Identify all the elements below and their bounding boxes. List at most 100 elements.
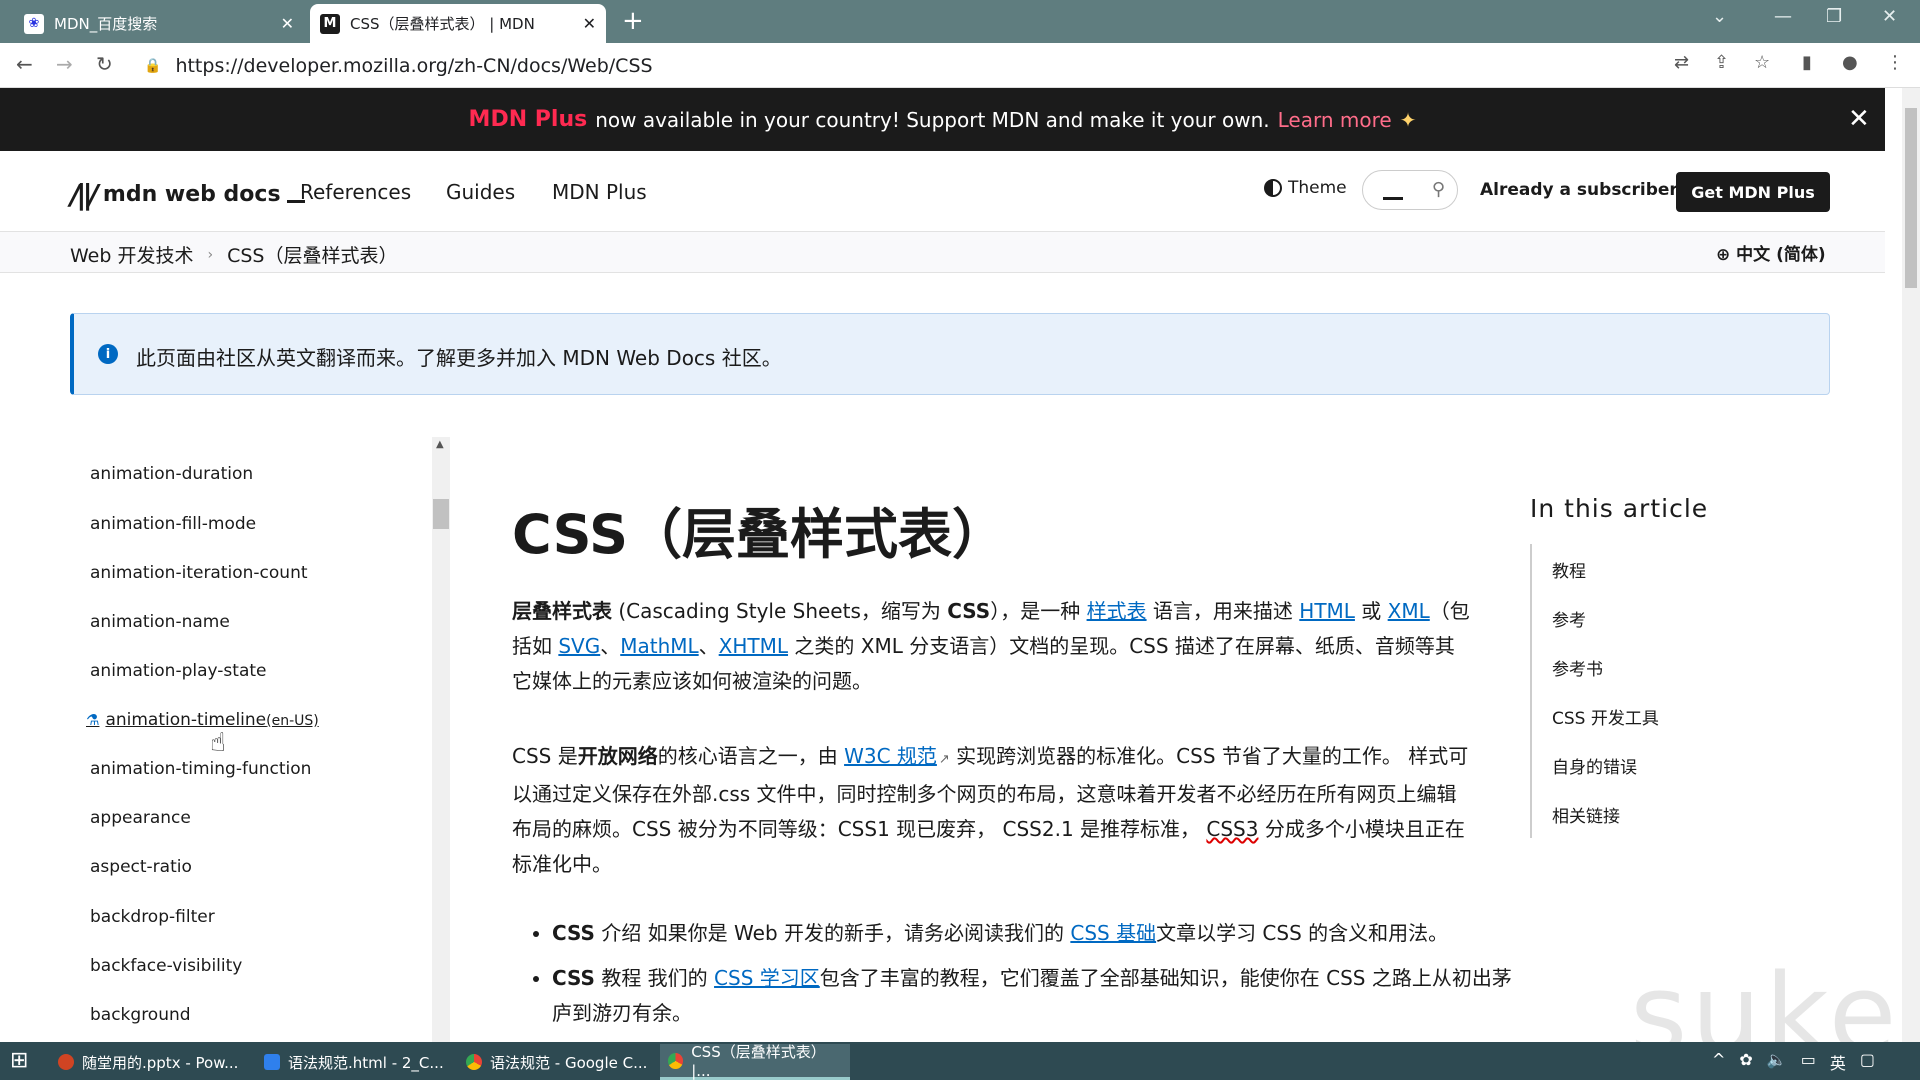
second-paragraph: CSS 是开放网络的核心语言之一，由 W3C 规范 ↗ 实现跨浏览器的标准化。CS… [512,739,1472,882]
url-field[interactable]: 🔒 https://developer.mozilla.org/zh-CN/do… [144,51,653,81]
info-icon: i [98,344,118,364]
app-tray-icon[interactable]: ✿ [1739,1050,1752,1074]
new-tab-icon[interactable]: + [622,6,644,36]
sidebar-item-label: animation-timeline [105,710,267,730]
scrollbar-thumb[interactable] [1905,108,1917,288]
tab-baidu[interactable]: ❀ MDN_百度搜索 ✕ [14,4,304,43]
mathml-link[interactable]: MathML [620,634,698,658]
toc-item[interactable]: 教程 [1552,557,1586,582]
theme-icon [1264,179,1282,197]
sidebar-item[interactable]: animation-play-state [90,661,266,681]
sidebar-scrollbar[interactable]: ▲ [432,437,450,1042]
toc-item[interactable]: 相关链接 [1552,802,1620,827]
sidebar-item-animation-timeline[interactable]: ⚗ animation-timeline(en-US) [86,710,319,730]
notice-text: 此页面由社区从英文翻译而来。了解更多并加入 MDN Web Docs 社区。 [136,346,782,370]
scrollbar-thumb[interactable] [433,499,449,529]
mdn-plus-banner: MDN Plus now available in your country! … [0,88,1885,151]
windows-start-icon[interactable]: ⊞ [10,1048,28,1073]
restore-icon[interactable]: ❐ [1826,6,1842,27]
sidebar-item[interactable]: appearance [90,808,191,828]
close-banner-icon[interactable]: ✕ [1848,104,1870,134]
mdn-favicon-icon: M [320,13,340,34]
sidebar-item[interactable]: animation-fill-mode [90,514,256,534]
banner-brand: MDN Plus [468,107,588,132]
toc-title: In this article [1530,494,1709,523]
subscriber-login-link[interactable]: Already a subscriber? [1480,180,1688,200]
translate-icon[interactable]: ⇄ [1674,52,1689,73]
taskbar-label: 语法规范 - Google C... [490,1053,648,1072]
tab-mdn-css[interactable]: M CSS（层叠样式表） | MDN ✕ [310,4,606,43]
taskbar-item-vscode[interactable]: 语法规范.html - 2_C... [256,1044,456,1080]
sidebar-item[interactable]: background [90,1005,191,1025]
toc-item[interactable]: 自身的错误 [1552,753,1637,778]
tab-search-icon[interactable]: ⌄ [1712,6,1727,27]
taskbar-item-powerpoint[interactable]: 随堂用的.pptx - Pow... [50,1044,254,1080]
get-mdn-plus-button[interactable]: Get MDN Plus [1676,172,1830,212]
ime-indicator[interactable]: 英 [1830,1050,1846,1074]
intro-paragraph: 层叠样式表 (Cascading Style Sheets，缩写为 CSS），是… [512,594,1472,699]
volume-icon[interactable]: 🔈 [1767,1050,1787,1074]
tray-chevron-icon[interactable]: ^ [1712,1050,1725,1074]
intro-list: CSS 介绍 如果你是 Web 开发的新手，请务必阅读我们的 CSS 基础文章以… [512,916,1522,1041]
taskbar-item-chrome[interactable]: 语法规范 - Google C... [458,1044,658,1080]
sidebar-item[interactable]: backface-visibility [90,956,242,976]
reading-list-icon[interactable]: ▮ [1802,52,1812,73]
xml-link[interactable]: XML [1388,599,1430,623]
close-tab-icon[interactable]: ✕ [281,14,294,33]
minimize-icon[interactable]: — [1774,6,1792,27]
stylesheet-link[interactable]: 样式表 [1087,599,1147,623]
learn-more-link[interactable]: Learn more [1278,108,1392,132]
sidebar-item[interactable]: animation-name [90,612,230,632]
svg-link[interactable]: SVG [558,634,600,658]
language-switcher[interactable]: ⊕ 中文 (简体) [1716,240,1826,265]
theme-switcher[interactable]: Theme [1264,178,1347,198]
notification-icon[interactable]: ▢ [1860,1050,1875,1074]
scroll-up-icon[interactable]: ▲ [436,439,444,450]
share-icon[interactable]: ⇪ [1714,52,1729,73]
sidebar-item[interactable]: backdrop-filter [90,907,215,927]
text: 教程 我们的 [594,966,715,990]
html-link[interactable]: HTML [1299,599,1355,623]
nav-mdn-plus[interactable]: MDN Plus [552,180,647,204]
toc-item[interactable]: 参考书 [1552,655,1603,680]
hand-pointer-icon: ☝ [210,728,226,758]
back-icon[interactable]: ← [16,52,33,76]
tab-title: MDN_百度搜索 [54,15,158,33]
nav-guides[interactable]: Guides [446,180,515,204]
search-input[interactable]: ⚲ [1362,170,1458,210]
globe-icon: ⊕ [1716,245,1731,265]
bookmark-star-icon[interactable]: ☆ [1754,52,1770,73]
search-icon[interactable]: ⚲ [1432,179,1445,200]
w3c-spec-link[interactable]: W3C 规范 [844,744,937,768]
url-text: https://developer.mozilla.org/zh-CN/docs… [175,55,653,77]
css3-term: CSS3 [1206,817,1259,841]
css-learning-area-link[interactable]: CSS 学习区 [714,966,820,990]
breadcrumb-item-web[interactable]: Web 开发技术 [70,241,193,268]
toc-item[interactable]: CSS 开发工具 [1552,704,1659,729]
toc-item[interactable]: 参考 [1552,606,1586,631]
sidebar-item[interactable]: animation-iteration-count [90,563,308,583]
page-scrollbar[interactable] [1902,88,1920,1042]
close-tab-icon[interactable]: ✕ [583,14,596,33]
sidebar-item[interactable]: animation-timing-function [90,759,311,779]
text: ），是一种 [990,599,1087,623]
sidebar-item[interactable]: aspect-ratio [90,857,192,877]
profile-icon[interactable]: ● [1842,52,1858,73]
battery-icon[interactable]: ▭ [1801,1050,1816,1074]
close-window-icon[interactable]: ✕ [1882,6,1897,27]
xhtml-link[interactable]: XHTML [719,634,788,658]
menu-kebab-icon[interactable]: ⋮ [1886,52,1904,73]
reload-icon[interactable]: ↻ [96,52,113,76]
taskbar-item-chrome-active[interactable]: CSS（层叠样式表） |... [660,1043,850,1080]
mdn-logo[interactable]: /||/ mdn web docs [70,178,305,211]
nav-references[interactable]: References [300,180,411,204]
breadcrumb-item-css[interactable]: CSS（层叠样式表） [227,241,397,268]
css-basics-link[interactable]: CSS 基础 [1070,921,1156,945]
toc-divider [1530,544,1532,838]
vscode-icon [264,1054,280,1070]
mdn-logo-mark-icon: /||/ [70,178,99,211]
forward-icon[interactable]: → [56,52,73,76]
sidebar-item[interactable]: animation-duration [90,464,253,484]
text: 的核心语言之一，由 [657,744,845,768]
breadcrumb: Web 开发技术 › CSS（层叠样式表） [70,241,397,268]
